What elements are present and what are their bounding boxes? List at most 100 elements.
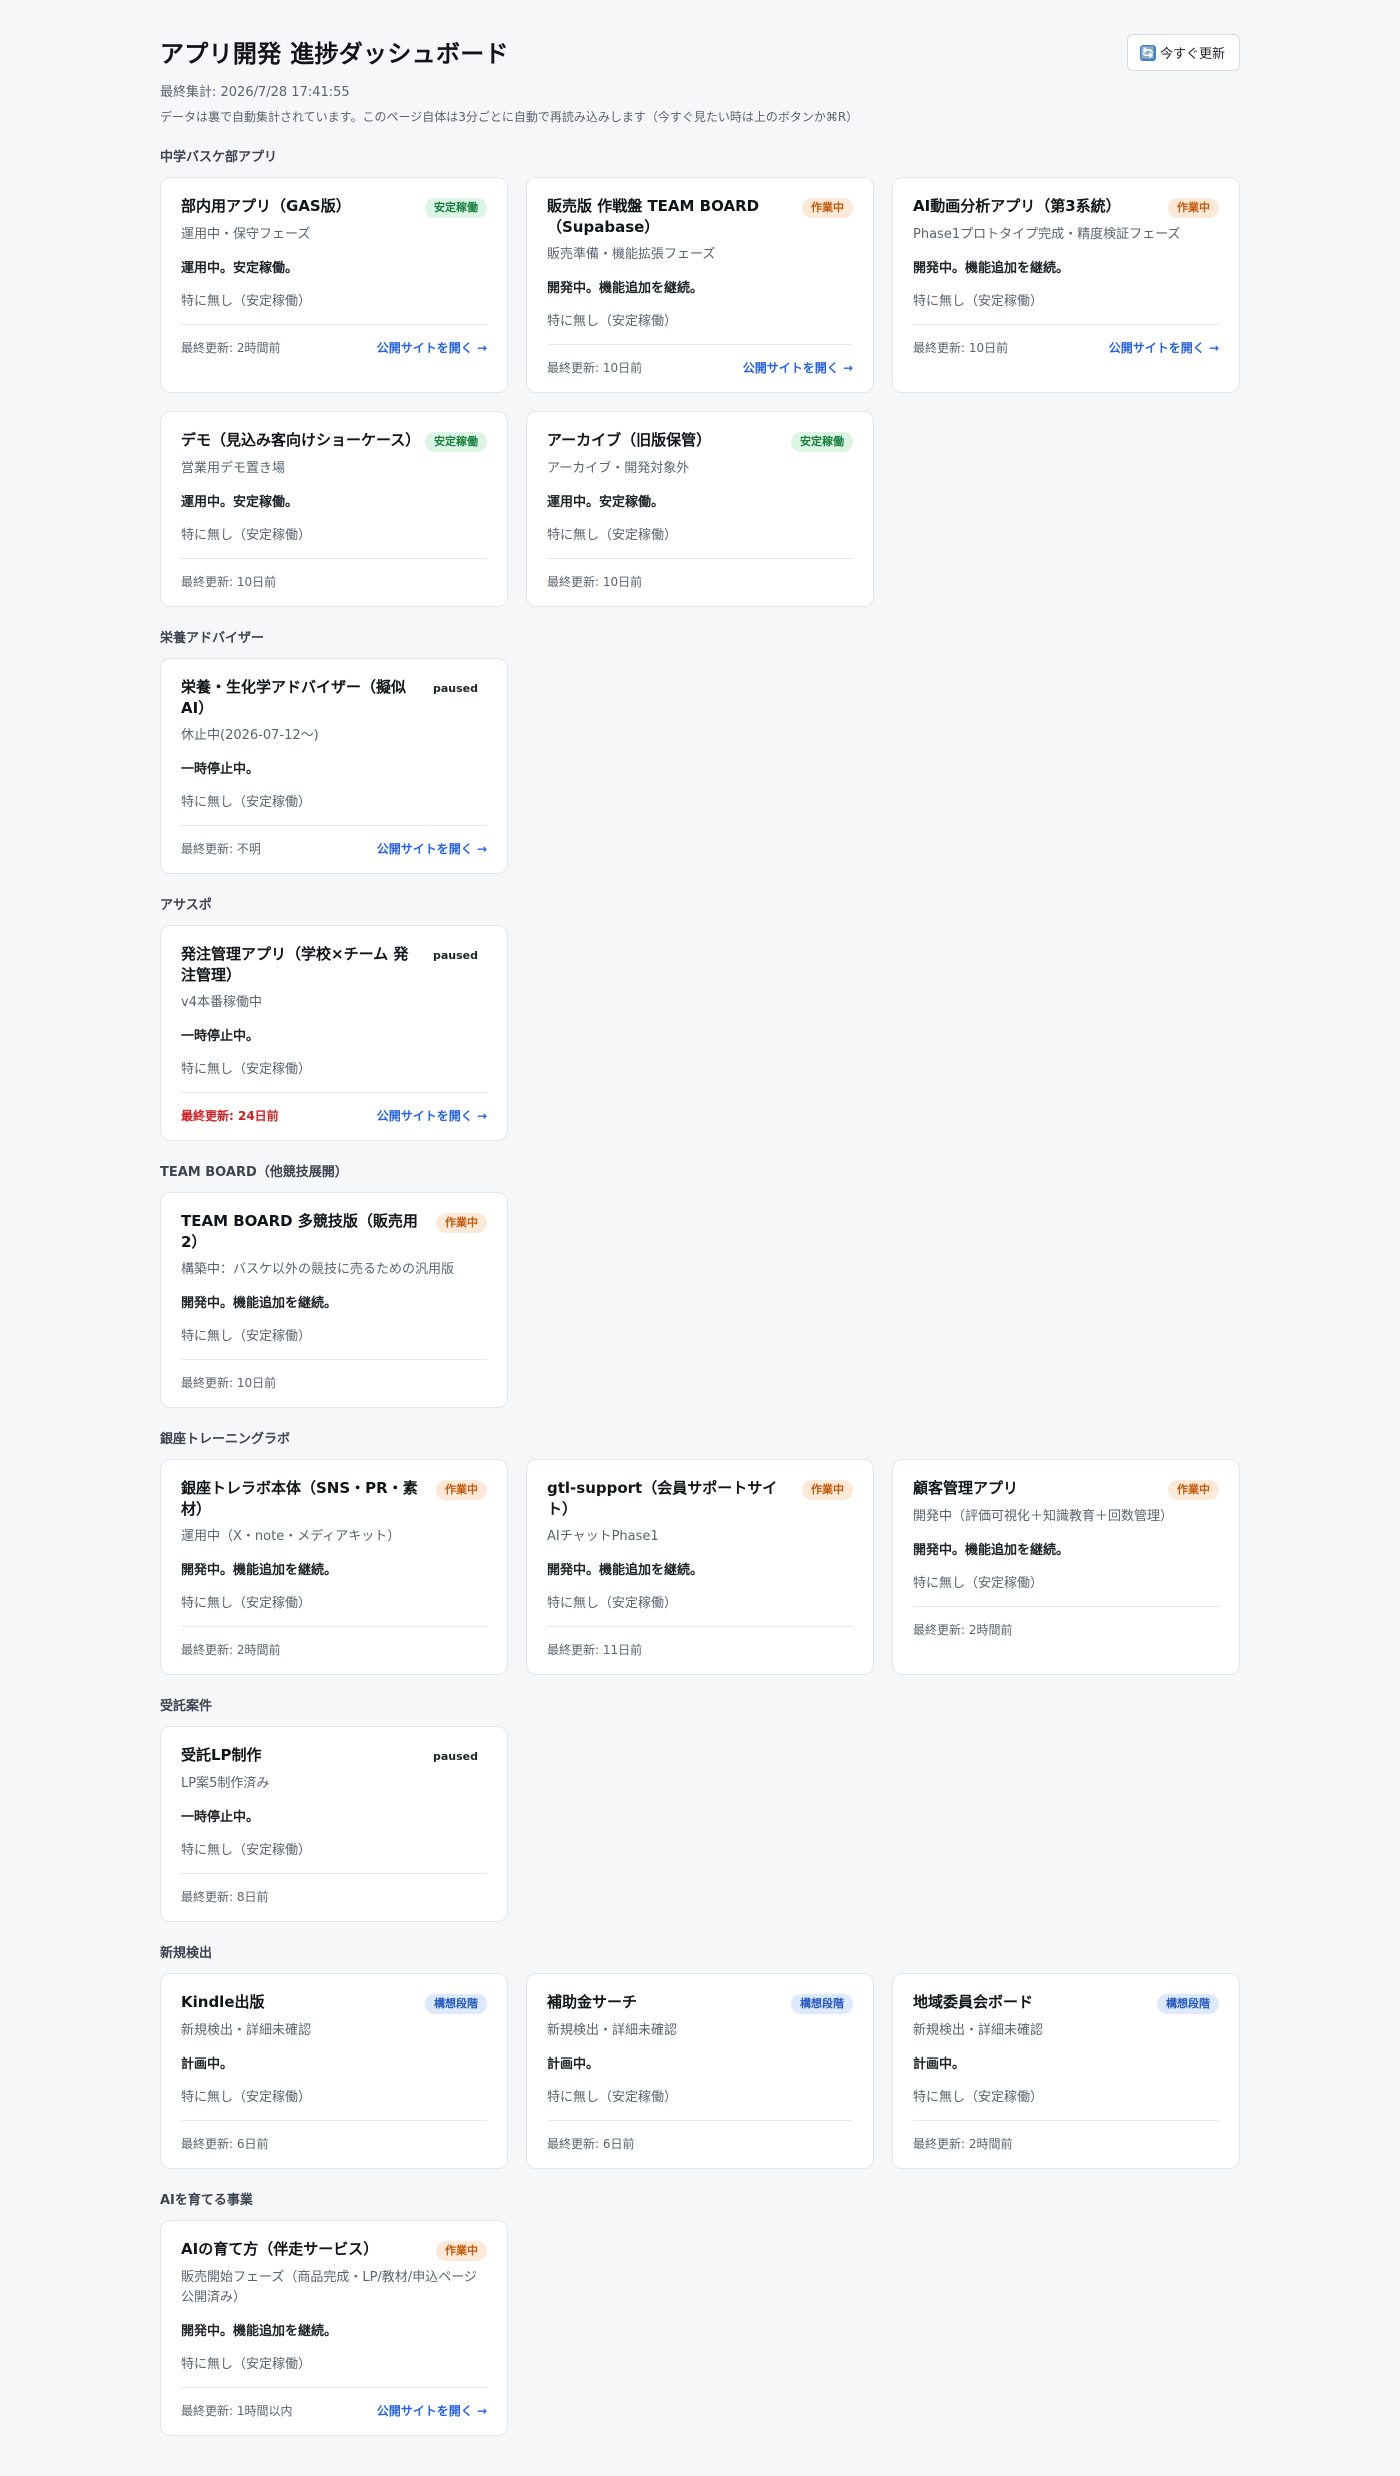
last-updated: 最終更新: 不明 — [181, 842, 261, 856]
card-phase: 営業用デモ置き場 — [181, 461, 286, 476]
status-badge: 安定稼働 — [791, 432, 853, 452]
open-public-site-link[interactable]: 公開サイトを開く → — [743, 359, 853, 376]
card-grid: AIの育て方（伴走サービス） 作業中 販売開始フェーズ（商品完成・LP/教材/申込ペ… — [160, 2220, 1240, 2436]
project-card: 販売版 作戦盤 TEAM BOARD（Supabase） 作業中 販売準備・機能拡張… — [526, 177, 874, 393]
card-issue: 特に無し（安定稼働） — [913, 294, 1044, 309]
card-title: 銀座トレラボ本体（SNS・PR・素材） — [181, 1479, 418, 1518]
card-phase: 構築中：バスケ以外の競技に売るための汎用版 — [181, 1262, 455, 1277]
open-public-site-link[interactable]: 公開サイトを開く → — [1109, 339, 1219, 356]
card-grid: 発注管理アプリ（学校×チーム 発注管理） paused v4本番稼働中 一時停止中。特… — [160, 925, 1240, 1141]
project-card: アーカイブ（旧版保管） 安定稼働 アーカイブ・開発対象外 運用中。安定稼働。 特に無し（… — [526, 411, 874, 607]
status-badge: 作業中 — [802, 198, 853, 218]
card-title: AIの育て方（伴走サービス） — [181, 2240, 379, 2258]
card-footer: 最終更新: 24日前 公開サイトを開く → — [181, 1092, 487, 1124]
project-card: Kindle出版 構想段階 新規検出・詳細未確認 計画中。 特に無し（安定稼働） 最終更新… — [160, 1973, 508, 2169]
card-grid: 部内用アプリ（GAS版） 安定稼働 運用中・保守フェーズ 運用中。安定稼働。 特に無し（… — [160, 177, 1240, 607]
card-footer: 最終更新: 8日前 — [181, 1873, 487, 1905]
last-updated: 最終更新: 10日前 — [547, 361, 643, 375]
card-title: 販売版 作戦盤 TEAM BOARD（Supabase） — [547, 197, 760, 236]
card-issue: 特に無し（安定稼働） — [913, 1576, 1044, 1591]
card-issue: 特に無し（安定稼働） — [181, 1329, 312, 1344]
card-title: Kindle出版 — [181, 1993, 265, 2011]
last-updated: 最終更新: 10日前 — [913, 341, 1009, 355]
status-badge: 作業中 — [802, 1480, 853, 1500]
card-footer: 最終更新: 10日前 — [181, 558, 487, 590]
card-issue: 特に無し（安定稼働） — [547, 314, 678, 329]
last-updated: 最終更新: 10日前 — [181, 575, 277, 589]
last-updated: 最終更新: 2時間前 — [913, 1623, 1013, 1637]
project-section: 栄養アドバイザー 栄養・生化学アドバイザー（擬似AI） paused 休止中(2026… — [160, 627, 1240, 874]
refresh-now-button[interactable]: 🔄 今すぐ更新 — [1126, 34, 1240, 71]
status-badge: 作業中 — [436, 1480, 487, 1500]
card-phase: 開発中（評価可視化＋知識教育＋回数管理） — [913, 1509, 1174, 1524]
card-footer: 最終更新: 6日前 — [547, 2120, 853, 2152]
card-issue: 特に無し（安定稼働） — [547, 2090, 678, 2105]
card-header: Kindle出版 構想段階 — [181, 1992, 487, 2014]
card-footer: 最終更新: 10日前 公開サイトを開く → — [547, 344, 853, 376]
card-footer: 最終更新: 6日前 — [181, 2120, 487, 2152]
card-phase: LP案5制作済み — [181, 1776, 270, 1791]
card-phase: 新規検出・詳細未確認 — [913, 2023, 1044, 2038]
project-section: 受託案件 受託LP制作 paused LP案5制作済み 一時停止中。 特に無し（安定稼働）… — [160, 1695, 1240, 1922]
open-public-site-link[interactable]: 公開サイトを開く → — [377, 339, 487, 356]
open-public-site-link[interactable]: 公開サイトを開く → — [377, 840, 487, 857]
last-updated: 最終更新: 6日前 — [181, 2137, 269, 2151]
card-status: 計画中。 — [547, 2057, 600, 2072]
card-status: 開発中。機能追加を継続。 — [913, 1543, 1070, 1558]
section-title: 栄養アドバイザー — [160, 631, 265, 646]
last-aggregated: 最終集計: 2026/7/28 17:41:55 — [160, 85, 350, 100]
card-title: 受託LP制作 — [181, 1746, 262, 1764]
card-header: 地域委員会ボード 構想段階 — [913, 1992, 1219, 2014]
status-badge: 構想段階 — [425, 1994, 487, 2014]
status-badge: paused — [432, 1750, 478, 1763]
card-footer: 最終更新: 11日前 — [547, 1626, 853, 1658]
section-title: TEAM BOARD（他競技展開） — [160, 1165, 348, 1180]
section-title: 銀座トレーニングラボ — [160, 1432, 291, 1447]
project-card: デモ（見込み客向けショーケース） 安定稼働 営業用デモ置き場 運用中。安定稼働。 特に無… — [160, 411, 508, 607]
card-issue: 特に無し（安定稼働） — [181, 795, 312, 810]
card-footer: 最終更新: 不明 公開サイトを開く → — [181, 825, 487, 857]
card-footer: 最終更新: 10日前 公開サイトを開く → — [913, 324, 1219, 356]
status-badge: 安定稼働 — [425, 432, 487, 452]
status-badge: 作業中 — [1168, 1480, 1219, 1500]
card-issue: 特に無し（安定稼働） — [181, 2357, 312, 2372]
card-footer: 最終更新: 2時間前 — [913, 1606, 1219, 1638]
card-header: アーカイブ（旧版保管） 安定稼働 — [547, 430, 853, 452]
last-updated: 最終更新: 10日前 — [547, 575, 643, 589]
card-status: 開発中。機能追加を継続。 — [547, 281, 704, 296]
card-phase: 販売開始フェーズ（商品完成・LP/教材/申込ページ公開済み） — [181, 2270, 477, 2305]
card-footer: 最終更新: 2時間前 公開サイトを開く → — [181, 324, 487, 356]
status-badge: 構想段階 — [1157, 1994, 1219, 2014]
project-section: 銀座トレーニングラボ 銀座トレラボ本体（SNS・PR・素材） 作業中 運用中（X・no… — [160, 1428, 1240, 1675]
card-title: TEAM BOARD 多競技版（販売用2） — [181, 1212, 418, 1251]
card-issue: 特に無し（安定稼働） — [547, 528, 678, 543]
auto-reload-note: データは裏で自動集計されています。このページ自体は3分ごとに自動で再読み込みしま… — [160, 110, 859, 124]
open-public-site-link[interactable]: 公開サイトを開く → — [377, 2402, 487, 2419]
open-public-site-link[interactable]: 公開サイトを開く → — [377, 1107, 487, 1124]
card-status: 計画中。 — [181, 2057, 234, 2072]
project-card: 発注管理アプリ（学校×チーム 発注管理） paused v4本番稼働中 一時停止中。特… — [160, 925, 508, 1141]
card-header: デモ（見込み客向けショーケース） 安定稼働 — [181, 430, 487, 452]
card-issue: 特に無し（安定稼働） — [913, 2090, 1044, 2105]
card-status: 計画中。 — [913, 2057, 966, 2072]
project-card: 部内用アプリ（GAS版） 安定稼働 運用中・保守フェーズ 運用中。安定稼働。 特に無し（… — [160, 177, 508, 393]
card-grid: Kindle出版 構想段階 新規検出・詳細未確認 計画中。 特に無し（安定稼働） 最終更新… — [160, 1973, 1240, 2169]
card-status: 運用中。安定稼働。 — [181, 261, 299, 276]
card-title: 地域委員会ボード — [913, 1993, 1034, 2011]
section-title: 受託案件 — [160, 1699, 213, 1714]
card-status: 開発中。機能追加を継続。 — [181, 1296, 338, 1311]
status-badge: 構想段階 — [791, 1994, 853, 2014]
project-section: AIを育てる事業 AIの育て方（伴走サービス） 作業中 販売開始フェーズ（商品完成・L… — [160, 2189, 1240, 2436]
status-badge: paused — [432, 949, 478, 962]
card-status: 開発中。機能追加を継続。 — [181, 2324, 338, 2339]
status-badge: 作業中 — [436, 1213, 487, 1233]
card-title: デモ（見込み客向けショーケース） — [181, 431, 421, 449]
project-section: アサスポ 発注管理アプリ（学校×チーム 発注管理） paused v4本番稼働中 一時停… — [160, 894, 1240, 1141]
card-footer: 最終更新: 2時間前 — [181, 1626, 487, 1658]
project-card: TEAM BOARD 多競技版（販売用2） 作業中構築中：バスケ以外の競技に売るた… — [160, 1192, 508, 1408]
last-updated: 最終更新: 8日前 — [181, 1890, 269, 1904]
card-status: 運用中。安定稼働。 — [547, 495, 665, 510]
project-card: 地域委員会ボード 構想段階 新規検出・詳細未確認 計画中。 特に無し（安定稼働） 最終更新… — [892, 1973, 1240, 2169]
status-badge: 安定稼働 — [425, 198, 487, 218]
project-section: 中学バスケ部アプリ 部内用アプリ（GAS版） 安定稼働 運用中・保守フェーズ 運用中。安… — [160, 146, 1240, 607]
